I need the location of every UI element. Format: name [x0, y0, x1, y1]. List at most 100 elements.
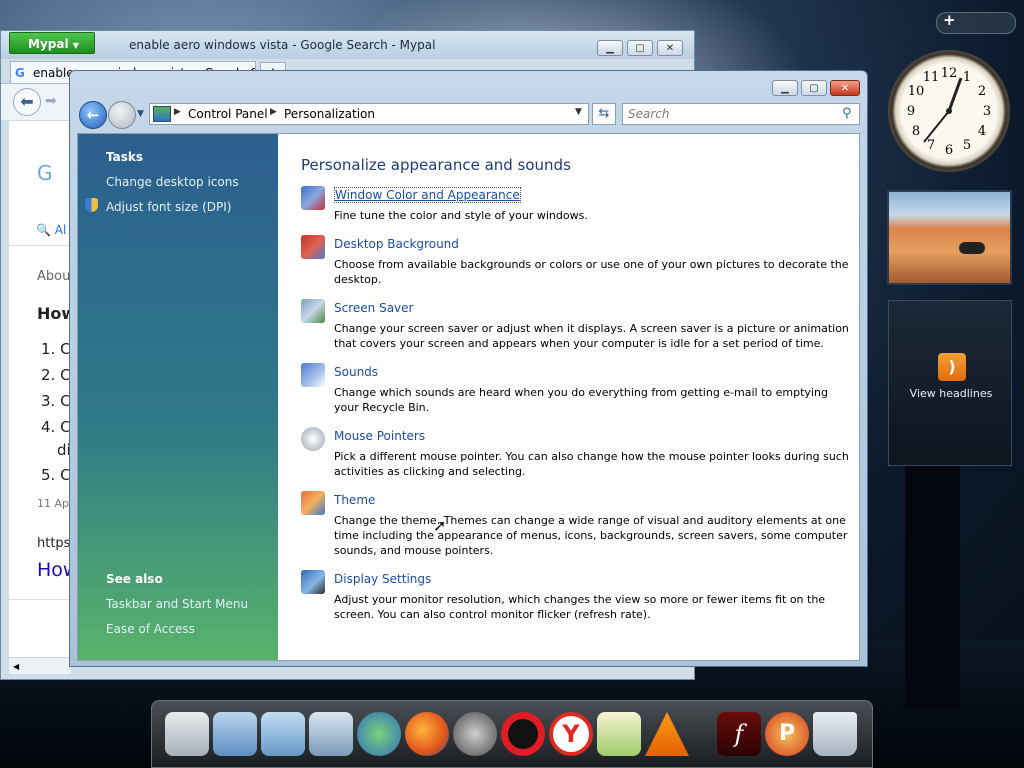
clock-number: 1 [963, 70, 971, 85]
clock-number: 6 [945, 143, 953, 158]
clock-number: 11 [923, 70, 940, 85]
divider [9, 599, 71, 600]
slideshow-gadget[interactable] [887, 190, 1012, 285]
display-settings-icon [301, 570, 325, 594]
close-button[interactable]: ✕ [830, 80, 860, 96]
minimize-button[interactable]: ▁ [772, 80, 798, 96]
task-change-desktop-icons[interactable]: Change desktop icons [106, 175, 239, 189]
rss-feed-icon: ) [938, 353, 966, 381]
link-sounds[interactable]: Sounds [334, 365, 378, 379]
window-color-icon [301, 186, 325, 210]
feed-headlines-gadget[interactable]: ) View headlines [888, 300, 1012, 466]
link-window-color-and-appearance[interactable]: Window Color and Appearance [334, 187, 521, 203]
browser-back-button[interactable]: ⬅ [13, 88, 41, 116]
screen-saver-icon [301, 299, 325, 323]
notepad-icon[interactable] [597, 712, 641, 756]
result-list-item: 2. C [41, 366, 71, 384]
flash-icon[interactable]: f [717, 712, 761, 756]
desc-screen-saver: Change your screen saver or adjust when … [334, 322, 849, 350]
link-display-settings[interactable]: Display Settings [334, 572, 431, 586]
close-icon: ✕ [665, 43, 675, 54]
search-input[interactable]: Search ⚲ [622, 103, 860, 125]
see-also-taskbar[interactable]: Taskbar and Start Menu [106, 597, 248, 611]
sounds-icon [301, 363, 325, 387]
theme-icon [301, 491, 325, 515]
pidgin-icon[interactable]: P [765, 712, 809, 756]
clock-number: 4 [978, 124, 986, 139]
back-button[interactable]: ← [79, 101, 107, 129]
maximize-icon: ▢ [809, 83, 819, 94]
maximize-icon: ▢ [635, 43, 645, 54]
breadcrumb-arrow-icon[interactable]: ▶ [270, 107, 277, 117]
recent-pages-icon[interactable]: ▼ [137, 109, 144, 119]
clock-number: 5 [963, 138, 971, 153]
link-theme[interactable]: Theme [334, 493, 375, 507]
divider [9, 245, 71, 246]
search-icon[interactable]: ⚲ [842, 106, 852, 121]
search-placeholder: Search [628, 107, 670, 121]
scroll-left-icon[interactable]: ◀ [13, 662, 19, 671]
page-title: Personalize appearance and sounds [301, 156, 571, 174]
desc-theme: Change the theme. Themes can change a wi… [334, 514, 848, 557]
browser-horizontal-scrollbar[interactable]: ◀ [9, 657, 71, 674]
task-pane: Tasks Change desktop icons Adjust font s… [78, 134, 278, 660]
opera-icon[interactable] [501, 712, 545, 756]
presentation-icon[interactable] [165, 712, 209, 756]
clock-face: 12 1 2 3 4 5 6 7 8 9 10 11 [907, 66, 991, 158]
control-panel-body: Tasks Change desktop icons Adjust font s… [77, 133, 860, 661]
clock-number: 9 [907, 104, 915, 119]
desc-display-settings: Adjust your monitor resolution, which ch… [334, 593, 826, 621]
google-logo-icon: G [37, 161, 53, 185]
mypal-menu-button[interactable]: Mypal ▼ [9, 32, 95, 54]
link-desktop-background[interactable]: Desktop Background [334, 237, 459, 251]
back-arrow-icon: ⬅ [20, 92, 34, 111]
firefox-icon[interactable] [405, 712, 449, 756]
see-also-heading: See also [106, 572, 163, 586]
minimize-icon: ▁ [781, 83, 789, 94]
folder-icon[interactable] [213, 712, 257, 756]
add-gadget-icon[interactable]: + [943, 11, 956, 29]
raccoon-icon[interactable] [453, 712, 497, 756]
tasks-heading: Tasks [106, 150, 144, 164]
task-adjust-font-size[interactable]: Adjust font size (DPI) [106, 200, 231, 214]
oryx-silhouette [959, 242, 985, 254]
address-dropdown-icon[interactable]: ▼ [575, 107, 582, 117]
see-also-ease-of-access[interactable]: Ease of Access [106, 622, 195, 636]
forward-arrow-icon[interactable]: ➡ [45, 93, 57, 109]
breadcrumb-personalization[interactable]: Personalization [284, 107, 375, 121]
forward-button[interactable] [108, 101, 136, 129]
result-list-item: 5. C [41, 466, 71, 484]
browser-maximize-button[interactable]: ▢ [627, 40, 653, 56]
clock-gadget[interactable]: 12 1 2 3 4 5 6 7 8 9 10 11 [888, 50, 1010, 172]
view-headlines-label[interactable]: View headlines [889, 387, 1013, 400]
recycle-bin-icon[interactable] [813, 712, 857, 756]
refresh-icon: ⇆ [598, 106, 610, 121]
result-date: 11 Ap [37, 497, 70, 510]
yandex-icon[interactable]: Y [549, 712, 593, 756]
pictures-folder-icon[interactable] [261, 712, 305, 756]
browser-minimize-button[interactable]: ▁ [597, 40, 623, 56]
result-list-item: 1. C [41, 340, 71, 358]
breadcrumb-control-panel[interactable]: Control Panel [188, 107, 268, 121]
browser-page: G 🔍 Al About How 1. C 2. C 3. C 4. C di … [9, 121, 78, 673]
search-tab-all[interactable]: 🔍 Al [36, 223, 66, 237]
maximize-button[interactable]: ▢ [801, 80, 827, 96]
address-bar[interactable]: ▶ Control Panel ▶ Personalization ▼ [149, 103, 589, 125]
link-screen-saver[interactable]: Screen Saver [334, 301, 413, 315]
display-icon[interactable] [309, 712, 353, 756]
clock-number: 3 [983, 104, 991, 119]
breadcrumb-arrow-icon[interactable]: ▶ [174, 107, 181, 117]
clock-number: 12 [941, 66, 958, 81]
search-icon: 🔍 [36, 223, 51, 237]
desc-desktop-background: Choose from available backgrounds or col… [334, 258, 849, 286]
link-mouse-pointers[interactable]: Mouse Pointers [334, 429, 425, 443]
contacts-icon[interactable] [357, 712, 401, 756]
dropdown-arrow-icon: ▼ [72, 41, 79, 50]
clock-number: 7 [927, 138, 935, 153]
back-arrow-icon: ← [86, 106, 100, 124]
refresh-button[interactable]: ⇆ [592, 103, 616, 125]
browser-close-button[interactable]: ✕ [657, 40, 683, 56]
clock-number: 10 [908, 84, 925, 99]
clock-center [946, 108, 952, 114]
desc-sounds: Change which sounds are heard when you d… [334, 386, 828, 414]
